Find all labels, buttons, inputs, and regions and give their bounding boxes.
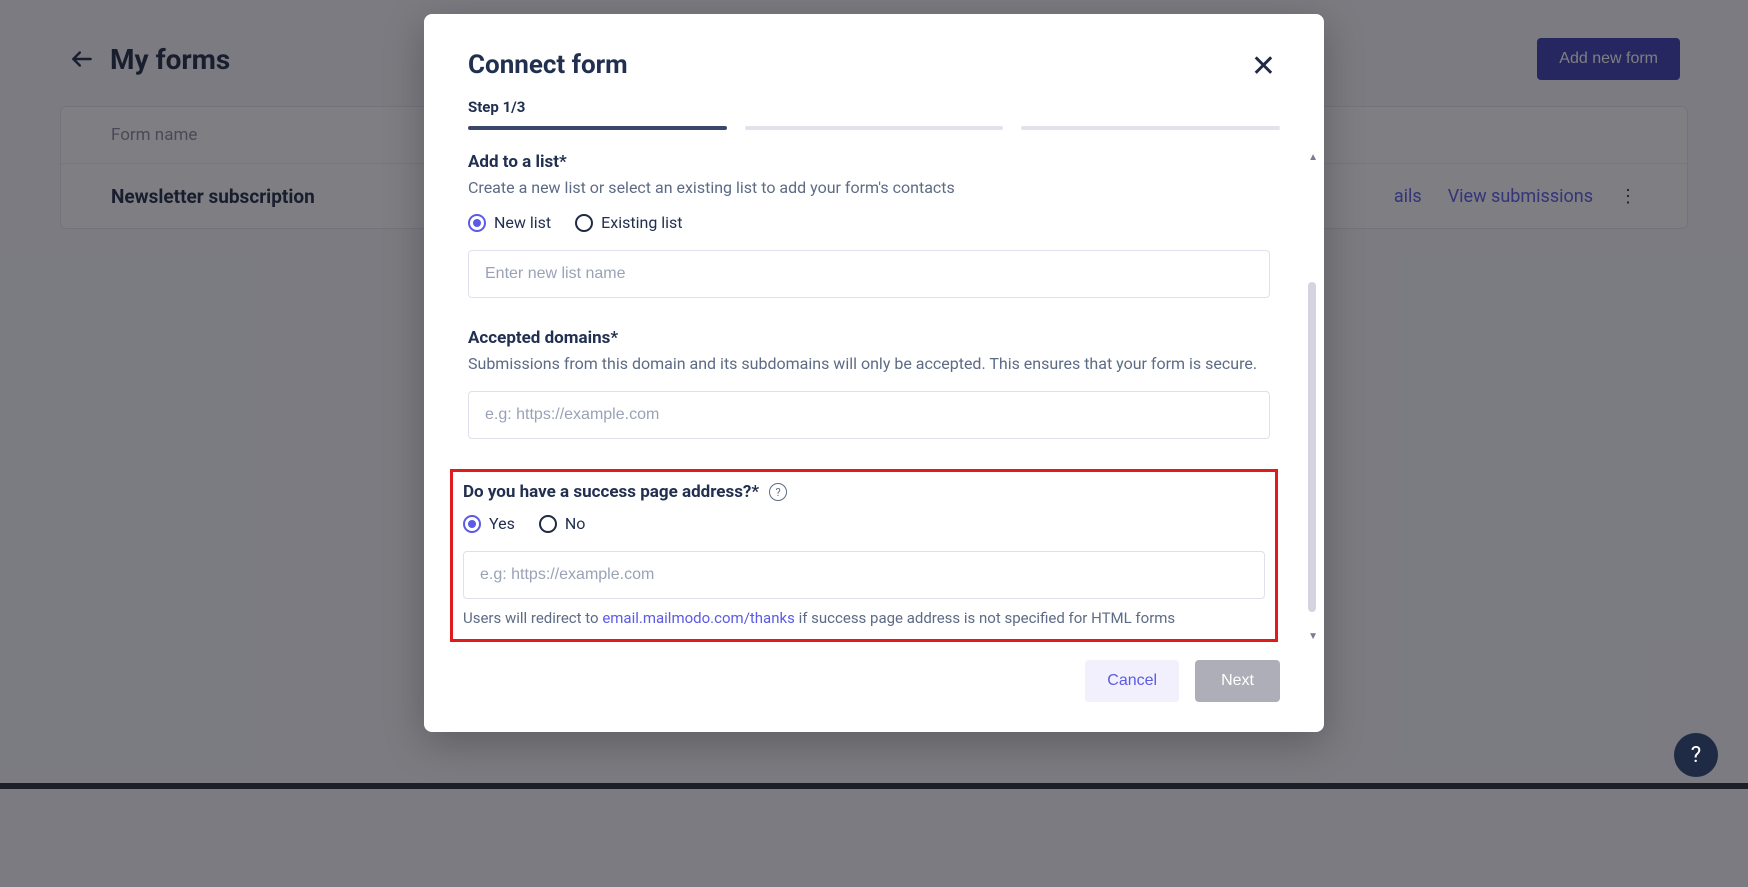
connect-form-modal: Connect form ✕ Step 1/3 ▲ ▼ Add to a lis…	[424, 14, 1324, 732]
accepted-domains-title: Accepted domains*	[468, 328, 1270, 348]
hint-prefix: Users will redirect to	[463, 609, 602, 627]
radio-selected-icon	[463, 515, 481, 533]
hint-link[interactable]: email.mailmodo.com/thanks	[602, 609, 795, 627]
next-button[interactable]: Next	[1195, 660, 1280, 702]
radio-no-label: No	[565, 514, 586, 533]
help-fab-button[interactable]: ?	[1674, 733, 1718, 777]
help-fab-icon: ?	[1691, 743, 1701, 768]
success-page-title: Do you have a success page address?*	[463, 482, 759, 502]
step-bar-1	[468, 126, 727, 130]
success-hint: Users will redirect to email.mailmodo.co…	[463, 609, 1265, 627]
accepted-domains-desc: Submissions from this domain and its sub…	[468, 354, 1270, 373]
success-page-section: Do you have a success page address?* ? Y…	[450, 469, 1278, 642]
modal-title: Connect form	[468, 50, 1280, 80]
step-bar-2	[745, 126, 1004, 130]
radio-existing-list[interactable]: Existing list	[575, 213, 682, 232]
modal-overlay: Connect form ✕ Step 1/3 ▲ ▼ Add to a lis…	[0, 0, 1748, 887]
scroll-down-icon[interactable]: ▼	[1308, 631, 1318, 642]
accepted-domains-input[interactable]	[468, 391, 1270, 439]
step-indicator: Step 1/3	[468, 98, 1280, 116]
radio-success-no[interactable]: No	[539, 514, 586, 533]
help-icon[interactable]: ?	[769, 483, 787, 501]
radio-unselected-icon	[575, 214, 593, 232]
radio-yes-label: Yes	[489, 514, 515, 533]
new-list-name-input[interactable]	[468, 250, 1270, 298]
success-page-input[interactable]	[463, 551, 1265, 599]
scroll-up-icon[interactable]: ▲	[1308, 152, 1318, 163]
radio-existing-list-label: Existing list	[601, 213, 682, 232]
radio-unselected-icon	[539, 515, 557, 533]
close-icon[interactable]: ✕	[1251, 52, 1276, 82]
radio-selected-icon	[468, 214, 486, 232]
hint-suffix: if success page address is not specified…	[795, 609, 1175, 627]
radio-new-list-label: New list	[494, 213, 551, 232]
radio-success-yes[interactable]: Yes	[463, 514, 515, 533]
step-bar-3	[1021, 126, 1280, 130]
add-to-list-title: Add to a list*	[468, 152, 1270, 172]
radio-new-list[interactable]: New list	[468, 213, 551, 232]
add-to-list-desc: Create a new list or select an existing …	[468, 178, 1270, 197]
scrollbar-thumb[interactable]	[1308, 282, 1316, 612]
cancel-button[interactable]: Cancel	[1085, 660, 1179, 702]
